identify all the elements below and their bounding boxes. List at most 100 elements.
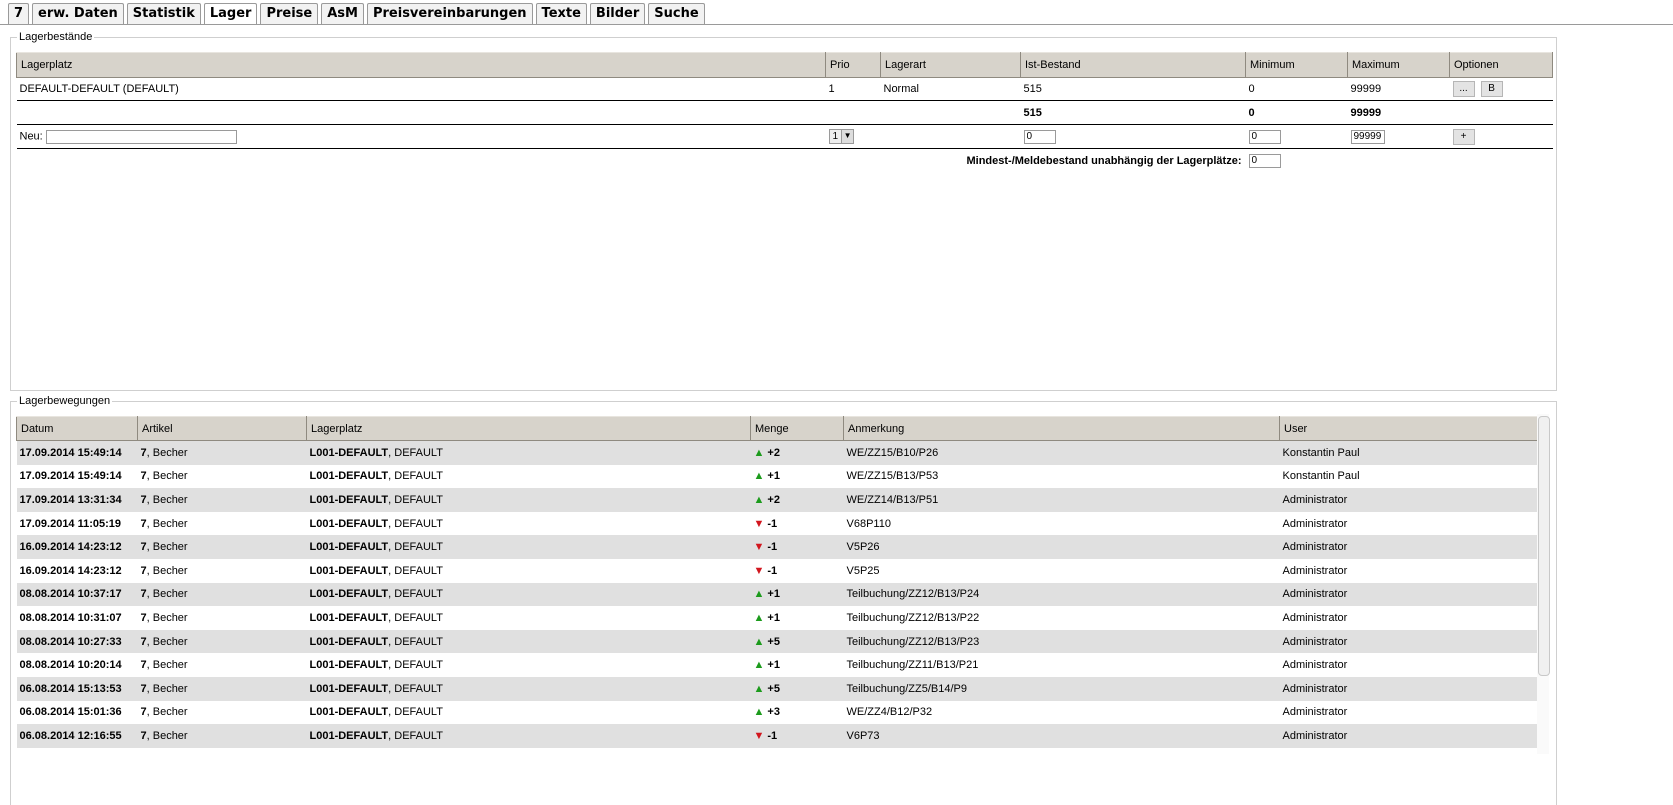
menge-value: -1	[767, 541, 778, 554]
movement-datum: 17.09.2014 13:31:34	[16, 488, 138, 512]
movement-lagerplatz: L001-DEFAULT, DEFAULT	[306, 535, 751, 559]
col-ist-bestand[interactable]: Ist-Bestand	[1020, 52, 1246, 78]
lagerplatz-code: L001-DEFAULT	[309, 564, 389, 577]
stock-lagerplatz: DEFAULT-DEFAULT (DEFAULT)	[19, 83, 179, 95]
prio-select-value: 1	[832, 131, 839, 142]
new-lagerplatz-input[interactable]	[45, 129, 237, 144]
b-button[interactable]: B	[1480, 81, 1503, 97]
tab-lager[interactable]: Lager	[203, 3, 258, 25]
lagerplatz-code: L001-DEFAULT	[309, 517, 389, 530]
triangle-up-icon: ▲	[753, 470, 765, 483]
col-artikel[interactable]: Artikel	[137, 416, 307, 441]
movement-artikel: 7, Becher	[138, 559, 307, 583]
lagerplatz-code: L001-DEFAULT	[309, 706, 389, 719]
tab-preisvereinbarungen[interactable]: Preisvereinbarungen	[366, 3, 533, 24]
col-maximum[interactable]: Maximum	[1347, 52, 1450, 78]
new-min-input[interactable]	[1248, 129, 1281, 144]
col-menge[interactable]: Menge	[750, 416, 844, 441]
lagerplatz-code: L001-DEFAULT	[309, 659, 389, 672]
lagerplatz-name: , DEFAULT	[388, 659, 443, 672]
movement-datum: 16.09.2014 14:23:12	[16, 535, 138, 559]
col-prio[interactable]: Prio	[825, 52, 881, 78]
movement-datum: 17.09.2014 15:49:14	[16, 440, 138, 465]
artikel-name: , Becher	[146, 564, 188, 577]
stock-prio: 1	[828, 83, 835, 95]
tab-statistik[interactable]: Statistik	[126, 3, 201, 24]
lagerplatz-name: , DEFAULT	[388, 682, 443, 695]
lagerplatz-name: , DEFAULT	[388, 611, 443, 624]
movement-anmerkung: V5P26	[843, 535, 1280, 559]
triangle-up-icon: ▲	[753, 588, 765, 601]
mindest-input[interactable]	[1248, 153, 1281, 168]
add-button[interactable]: +	[1452, 128, 1475, 145]
movement-datum: 16.09.2014 14:23:12	[19, 564, 122, 577]
movement-artikel: 7, Becher	[138, 701, 307, 725]
movement-anmerkung: V68P110	[846, 517, 891, 530]
movement-menge: ▲ +2	[750, 488, 844, 512]
artikel-name: , Becher	[146, 611, 188, 624]
menge-value: +1	[767, 470, 780, 483]
menge-value: +2	[767, 493, 780, 506]
movement-menge: ▼ -1	[750, 535, 844, 559]
movement-anmerkung: WE/ZZ4/B12/P32	[846, 706, 933, 719]
col-mv-lagerplatz[interactable]: Lagerplatz	[306, 416, 751, 441]
movement-lagerplatz: L001-DEFAULT, DEFAULT	[306, 676, 751, 701]
stock-table: Lagerplatz Prio Lagerart Ist-Bestand Min…	[16, 52, 1553, 173]
movement-user: Administrator	[1279, 582, 1539, 607]
movement-user: Administrator	[1279, 676, 1539, 701]
movements-header-row: Datum Artikel Lagerplatz Menge Anmerkung…	[16, 416, 1539, 441]
tab-preise[interactable]: Preise	[260, 3, 319, 24]
lagerplatz-name: , DEFAULT	[388, 588, 443, 601]
movement-lagerplatz: L001-DEFAULT, DEFAULT	[307, 512, 751, 536]
artikel-name: , Becher	[146, 517, 188, 530]
col-lagerplatz[interactable]: Lagerplatz	[16, 52, 826, 78]
new-prio-select[interactable]: 1 ▼	[828, 129, 855, 144]
stock-ist: 515	[1023, 83, 1042, 95]
movement-row: 17.09.2014 15:49:14 7, Becher L001-DEFAULT…	[17, 465, 1539, 489]
movement-menge: ▲ +1	[751, 465, 844, 489]
movement-anmerkung: WE/ZZ14/B13/P51	[843, 488, 1280, 512]
triangle-up-icon: ▲	[753, 682, 765, 695]
movement-anmerkung: WE/ZZ15/B13/P53	[846, 470, 939, 483]
movement-anmerkung: Teilbuchung/ZZ11/B13/P21	[846, 659, 979, 672]
movement-lagerplatz: L001-DEFAULT, DEFAULT	[306, 440, 751, 465]
tab-suche[interactable]: Suche	[648, 3, 705, 24]
movement-menge: ▲ +1	[751, 653, 844, 677]
new-ist-input[interactable]	[1023, 129, 1056, 144]
triangle-up-icon: ▲	[753, 611, 765, 624]
triangle-down-icon: ▼	[753, 517, 765, 530]
tab-texte[interactable]: Texte	[535, 3, 587, 24]
movement-lagerplatz: L001-DEFAULT, DEFAULT	[307, 559, 751, 583]
movement-menge: ▲ +5	[750, 676, 844, 701]
movement-lagerplatz: L001-DEFAULT, DEFAULT	[306, 724, 751, 748]
stock-options: ... B	[1450, 78, 1553, 101]
artikel-name: , Becher	[146, 493, 188, 506]
movement-menge: ▼ -1	[750, 724, 844, 748]
col-datum[interactable]: Datum	[16, 416, 138, 441]
total-ist: 515	[1023, 106, 1042, 119]
movement-menge: ▲ +1	[750, 582, 844, 607]
new-max-input[interactable]	[1350, 129, 1385, 144]
col-lagerart[interactable]: Lagerart	[880, 52, 1021, 78]
scrollbar-thumb[interactable]	[1538, 416, 1550, 676]
col-user[interactable]: User	[1279, 416, 1539, 441]
movement-row: 08.08.2014 10:27:33 7, Becher L001-DEFAULT…	[16, 629, 1539, 654]
details-button[interactable]: ...	[1452, 81, 1475, 97]
triangle-up-icon: ▲	[753, 493, 765, 506]
tab-bilder[interactable]: Bilder	[589, 3, 646, 24]
movements-legend: Lagerbewegungen	[17, 394, 113, 408]
col-minimum[interactable]: Minimum	[1245, 52, 1348, 78]
movement-row: 17.09.2014 15:49:14 7, Becher L001-DEFAULT…	[16, 440, 1539, 465]
stock-total-row: 515 0 99999	[16, 101, 1553, 125]
mindest-row: Mindest-/Meldebestand unabhängig der Lag…	[17, 149, 1553, 173]
col-anmerkung[interactable]: Anmerkung	[843, 416, 1280, 441]
tab-7[interactable]: 7	[8, 3, 30, 24]
movement-row: 08.08.2014 10:37:17 7, Becher L001-DEFAULT…	[16, 582, 1539, 607]
movement-user: Administrator	[1279, 535, 1539, 559]
lagerplatz-name: , DEFAULT	[388, 729, 443, 742]
movement-menge: ▲ +1	[751, 606, 844, 630]
tab-erw-daten[interactable]: erw. Daten	[32, 3, 124, 24]
tab-asm[interactable]: AsM	[321, 3, 364, 24]
movement-lagerplatz: L001-DEFAULT, DEFAULT	[307, 465, 751, 489]
col-optionen: Optionen	[1449, 52, 1553, 78]
